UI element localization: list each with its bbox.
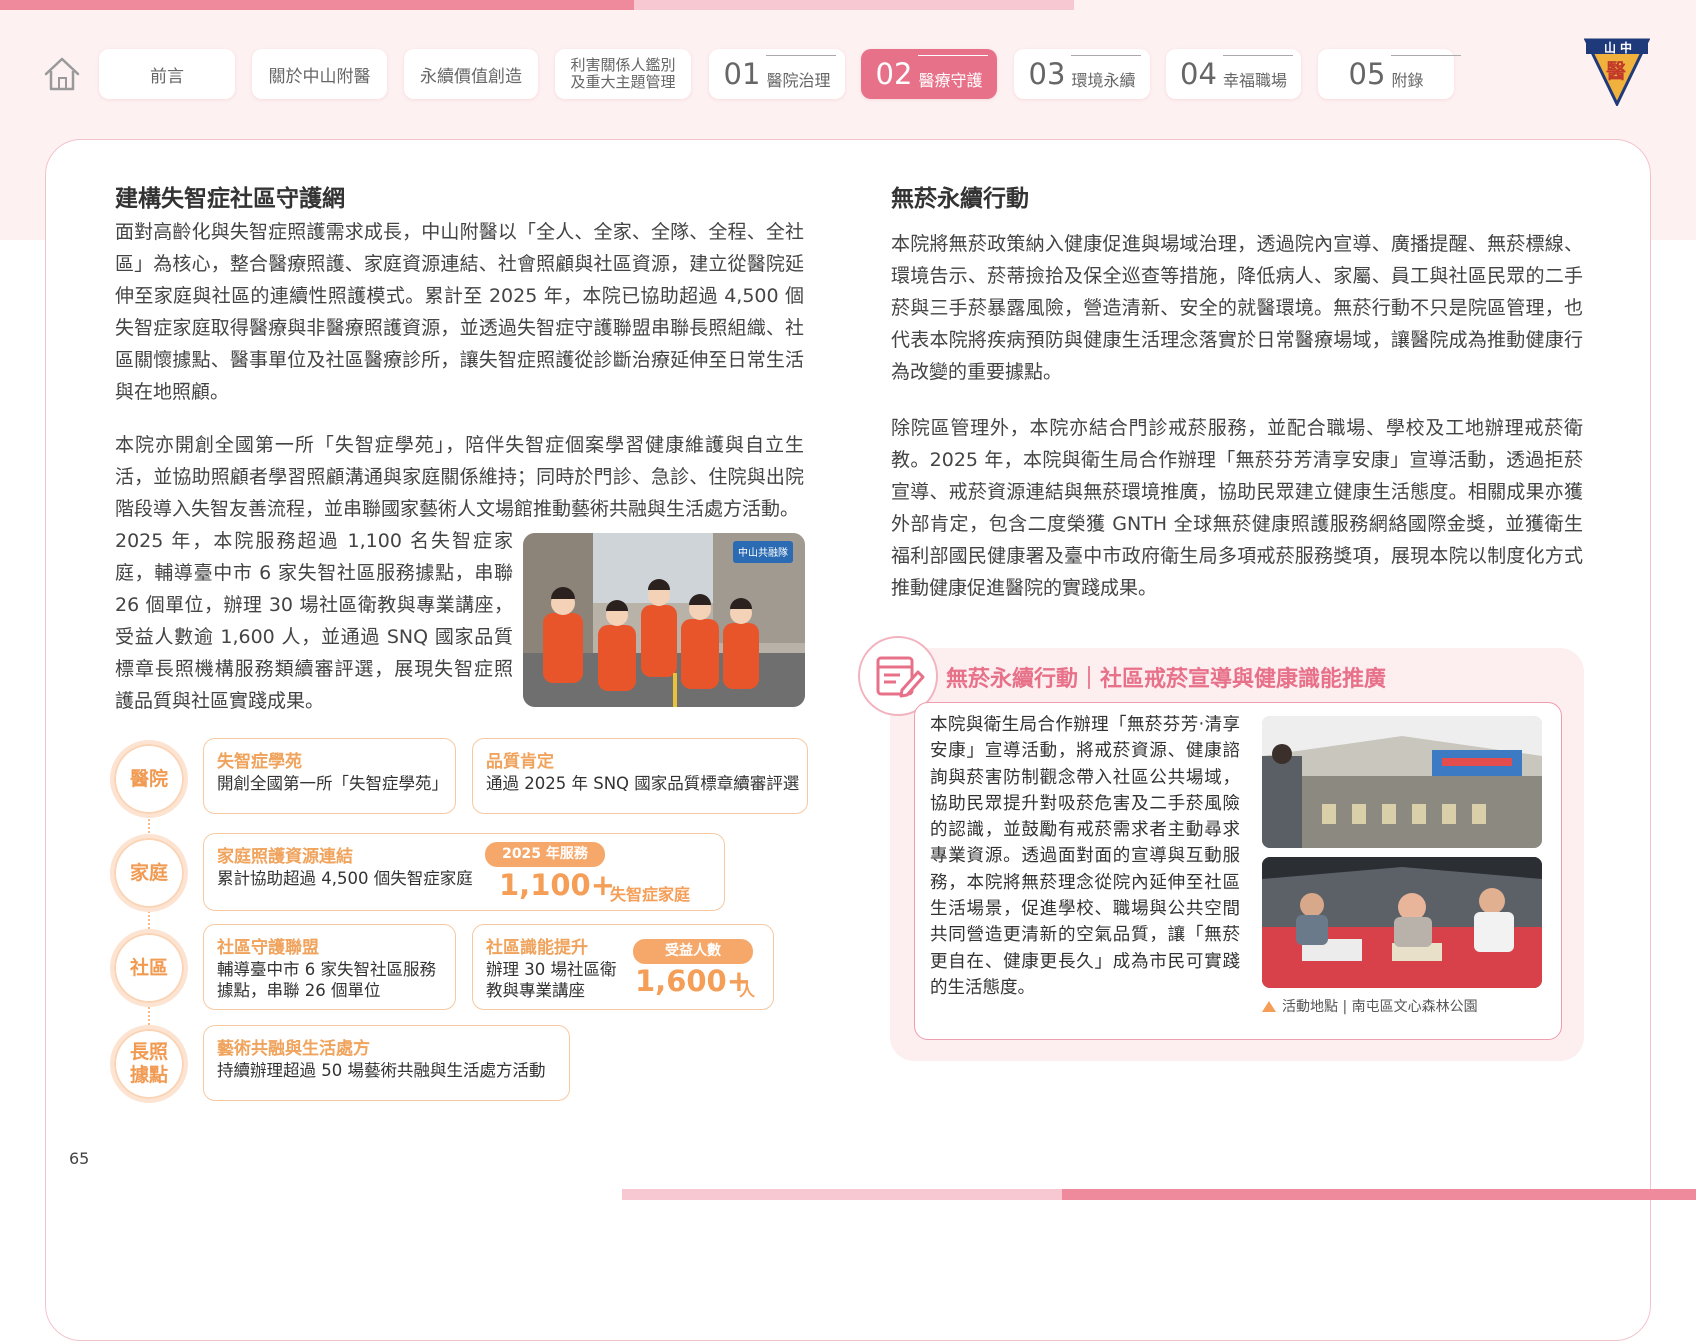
level-circle-family: 家庭 [110,834,188,912]
hospital-logo: 山 中 醫 [1583,36,1651,108]
tab-chapter-05[interactable]: 05 附錄 [1318,49,1462,99]
info-box-quality: 品質肯定 通過 2025 年 SNQ 國家品質標章續審評選 [472,738,808,814]
stat-pill: 受益人數 [633,939,753,964]
level-label: 家庭 [129,861,168,884]
tab-chapter-01[interactable]: 01 醫院治理 [709,49,845,99]
box-title: 品質肯定 [486,752,554,772]
photo-caption: 活動地點 | 南屯區文心森林公園 [1262,996,1478,1016]
box-body: 持續辦理超過 50 場藝術共融與生活處方活動 [217,1061,546,1080]
stat-unit: 人 [739,981,756,1000]
box-body: 辦理 30 場社區衛教與專業講座 [486,960,617,1000]
feature-text: 本院與衛生局合作辦理「無菸芬芳‧清享安康」宣導活動，將戒菸資源、健康諮詢與菸害防… [930,715,1240,998]
paragraph-dementia-1: 面對高齡化與失智症照護需求成長，中山附醫以「全人、全家、全隊、全程、全社區」為核… [115,221,804,403]
event-photo-tent [1262,716,1542,848]
info-box-health-literacy: 社區識能提升 辦理 30 場社區衛教與專業講座 受益人數 1,600+ 人 [472,924,774,1010]
top-accent-bar-light [634,0,1074,10]
tab-label: 利害關係人鑑別 及重大主題管理 [570,56,676,91]
paragraph-dementia-2: 本院亦開創全國第一所「失智症學苑」，陪伴失智症個案學習健康維護與自立生活，並協助… [115,434,804,520]
level-circle-ltc: 長照 據點 [110,1025,188,1103]
tab-label: 附錄 [1391,55,1462,91]
parade-photo: 中山共融隊 [523,533,805,707]
stat-pill: 2025 年服務 [485,842,605,867]
tab-sustainability-value[interactable]: 永續價值創造 [404,49,538,99]
tab-label: 永續價值創造 [420,66,522,87]
section-title-smokefree: 無菸永續行動 [891,186,1029,212]
info-box-family-resources: 家庭照護資源連結 累計協助超過 4,500 個失智症家庭 2025 年服務 1,… [203,833,725,911]
section-title-dementia: 建構失智症社區守護網 [115,186,345,212]
tab-chapter-04[interactable]: 04 幸福職場 [1166,49,1301,99]
box-title: 社區識能提升 [486,938,588,958]
box-body: 輔導臺中市 6 家失智社區服務據點，串聯 26 個單位 [217,960,436,1000]
box-title: 家庭照護資源連結 [217,847,353,867]
stat-number: 1,600+ [635,964,752,998]
level-label: 長照 據點 [129,1041,168,1086]
tab-stakeholders[interactable]: 利害關係人鑑別 及重大主題管理 [555,49,691,99]
tab-label: 幸福職場 [1222,55,1293,91]
top-accent-bar [0,0,634,10]
home-icon[interactable] [42,54,82,94]
box-body: 開創全國第一所「失智症學苑」 [217,774,448,793]
tab-number: 02 [875,57,913,91]
photo-sign-text: 中山共融隊 [738,546,788,559]
level-circle-community: 社區 [110,929,188,1007]
svg-text:中: 中 [1620,40,1632,55]
svg-text:醫: 醫 [1606,59,1626,83]
tab-number: 05 [1348,57,1386,91]
tab-number: 04 [1180,57,1217,91]
box-body: 通過 2025 年 SNQ 國家品質標章續審評選 [486,774,800,793]
event-photo-booth [1262,857,1542,988]
tab-chapter-03[interactable]: 03 環境永續 [1014,49,1150,99]
tab-label: 關於中山附醫 [268,66,371,87]
info-box-community-alliance: 社區守護聯盟 輔導臺中市 6 家失智社區服務據點，串聯 26 個單位 [203,924,456,1010]
paragraph-dementia-3: 2025 年，本院服務超過 1,100 名失智症家庭，輔導臺中市 6 家失智社區… [115,530,513,712]
stat-unit: 失智症家庭 [610,885,691,904]
triangle-icon [1262,1001,1276,1012]
box-title: 社區守護聯盟 [217,938,319,958]
paragraph-smokefree-2: 除院區管理外，本院亦結合門診戒菸服務，並配合職場、學校及工地辦理戒菸衛教。202… [891,417,1583,599]
box-body: 累計協助超過 4,500 個失智症家庭 [217,869,473,888]
box-title: 失智症學苑 [217,752,302,772]
tab-number: 03 [1028,57,1066,91]
bottom-accent-bar [1062,1189,1696,1200]
level-label: 醫院 [129,767,168,790]
level-circle-hospital: 醫院 [110,740,188,818]
tab-number: 01 [723,57,761,91]
page-number: 65 [69,1149,90,1168]
info-box-arts-inclusion: 藝術共融與生活處方 持續辦理超過 50 場藝術共融與生活處方活動 [203,1025,570,1101]
tab-about[interactable]: 關於中山附醫 [252,49,387,99]
tab-label: 前言 [150,66,184,87]
feature-title: 無菸永續行動｜社區戒菸宣導與健康識能推廣 [946,667,1387,692]
tab-chapter-02[interactable]: 02 醫療守護 [861,49,997,99]
stat-number: 1,100+ [499,868,616,902]
paragraph-smokefree-1: 本院將無菸政策納入健康促進與場域治理，透過院內宣導、廣播提醒、無菸標線、環境告示… [891,233,1583,383]
tab-label: 醫院治理 [766,55,837,91]
box-title: 藝術共融與生活處方 [217,1039,370,1059]
svg-text:山: 山 [1604,40,1616,55]
tab-preface[interactable]: 前言 [99,49,235,99]
info-box-dementia-academy: 失智症學苑 開創全國第一所「失智症學苑」 [203,738,456,814]
bottom-accent-bar-light [622,1189,1062,1200]
caption-text: 活動地點 | 南屯區文心森林公園 [1282,999,1478,1015]
tab-label: 環境永續 [1071,55,1142,91]
tab-label: 醫療守護 [918,55,989,91]
level-label: 社區 [129,956,168,979]
